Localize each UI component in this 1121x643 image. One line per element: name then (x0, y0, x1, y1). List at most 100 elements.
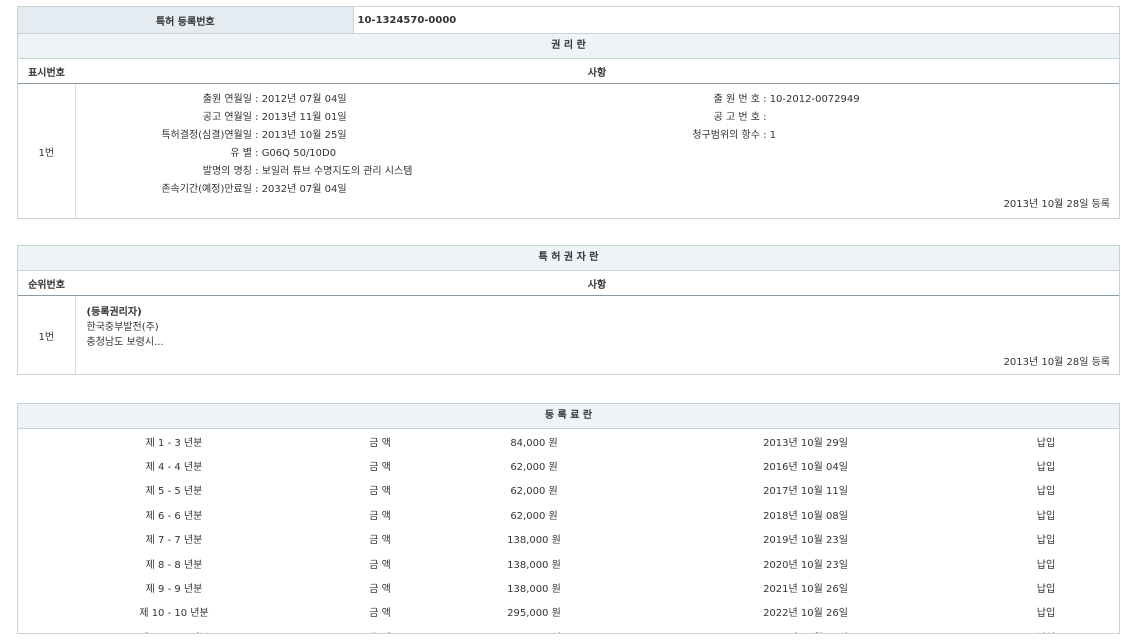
field-key: 존속기간(예정)만료일 : (81, 181, 259, 199)
field-key: 발명의 명칭 : (81, 163, 259, 181)
fee-status: 납입 (973, 502, 1119, 526)
rights-details: 출원 연월일 : 2012년 07월 04일공고 연월일 : 2013년 11월… (77, 85, 1119, 217)
field-key: 특허결정(심결)연월일 : (81, 127, 259, 145)
fee-row: 제 11 - 11 년분금 액265,000 원2023년 10월 23일납입 (18, 624, 1119, 634)
field-row: 출원 연월일 : 2012년 07월 04일 (81, 91, 413, 109)
rights-col-item: 사항 (75, 59, 1119, 84)
fee-period: 제 11 - 11 년분 (18, 624, 330, 634)
rights-col-no: 표시번호 (18, 59, 75, 84)
fee-period: 제 6 - 6 년분 (18, 502, 330, 526)
field-value: 2013년 11월 01일 (262, 112, 347, 123)
fee-amount: 295,000 원 (430, 600, 638, 624)
fee-amount-label: 금 액 (330, 453, 430, 477)
fee-paid-date: 2021년 10월 26일 (638, 575, 973, 599)
registration-number-label: 특허 등록번호 (18, 7, 353, 34)
owner-heading: (등록권리자) (87, 305, 164, 320)
owner-details: (등록권리자) 한국중부발전(주) 충청남도 보령시... 2013년 10월 … (77, 297, 1119, 373)
fees-table: 제 1 - 3 년분금 액84,000 원2013년 10월 29일납입제 4 … (18, 429, 1119, 634)
fee-paid-date: 2016년 10월 04일 (638, 453, 973, 477)
fees-section: 등 록 료 란 제 1 - 3 년분금 액84,000 원2013년 10월 2… (17, 403, 1120, 634)
owners-registration-date: 2013년 10월 28일 등록 (1004, 353, 1110, 368)
field-row: 발명의 명칭 : 보일러 튜브 수명지도의 관리 시스템 (81, 163, 413, 181)
owners-row-no: 1번 (18, 296, 75, 375)
fee-amount: 138,000 원 (430, 527, 638, 551)
field-value: 보일러 튜브 수명지도의 관리 시스템 (262, 166, 413, 177)
fee-amount-label: 금 액 (330, 478, 430, 502)
fee-period: 제 10 - 10 년분 (18, 600, 330, 624)
field-row: 청구범위의 항수 : 1 (607, 127, 860, 145)
fee-amount-label: 금 액 (330, 624, 430, 634)
field-key: 청구범위의 항수 : (607, 127, 767, 145)
owners-col-no: 순위번호 (18, 271, 75, 296)
field-row: 유 별 : G06Q 50/10D0 (81, 145, 413, 163)
rights-left-fields: 출원 연월일 : 2012년 07월 04일공고 연월일 : 2013년 11월… (81, 91, 413, 199)
field-key: 출원 연월일 : (81, 91, 259, 109)
fee-paid-date: 2019년 10월 23일 (638, 527, 973, 551)
field-value: 1 (770, 130, 776, 141)
rights-table: 표시번호 사항 1번 출원 연월일 : 2012년 07월 04일공고 연월일 … (18, 59, 1119, 218)
fee-row: 제 4 - 4 년분금 액62,000 원2016년 10월 04일납입 (18, 453, 1119, 477)
fee-status: 납입 (973, 527, 1119, 551)
field-value: G06Q 50/10D0 (262, 148, 336, 159)
field-row: 공고 연월일 : 2013년 11월 01일 (81, 109, 413, 127)
fee-paid-date: 2022년 10월 26일 (638, 600, 973, 624)
fee-amount: 84,000 원 (430, 429, 638, 453)
fee-status: 납입 (973, 600, 1119, 624)
fee-status: 납입 (973, 478, 1119, 502)
fee-paid-date: 2020년 10월 23일 (638, 551, 973, 575)
fee-paid-date: 2013년 10월 29일 (638, 429, 973, 453)
registration-number-value: 10-1324570-0000 (353, 7, 1119, 34)
registration-number-table: 특허 등록번호 10-1324570-0000 (18, 7, 1119, 34)
fee-amount-label: 금 액 (330, 527, 430, 551)
fee-period: 제 7 - 7 년분 (18, 527, 330, 551)
owner-address: 충청남도 보령시... (87, 335, 164, 350)
rights-row-no: 1번 (18, 84, 75, 219)
field-row: 출 원 번 호 : 10-2012-0072949 (607, 91, 860, 109)
fee-status: 납입 (973, 453, 1119, 477)
fee-period: 제 8 - 8 년분 (18, 551, 330, 575)
fee-row: 제 8 - 8 년분금 액138,000 원2020년 10월 23일납입 (18, 551, 1119, 575)
field-value: 10-2012-0072949 (770, 94, 860, 105)
field-key: 유 별 : (81, 145, 259, 163)
field-key: 출 원 번 호 : (607, 91, 767, 109)
fee-amount: 62,000 원 (430, 453, 638, 477)
field-key: 공고 연월일 : (81, 109, 259, 127)
fee-period: 제 4 - 4 년분 (18, 453, 330, 477)
fee-amount-label: 금 액 (330, 551, 430, 575)
field-key: 공 고 번 호 : (607, 109, 767, 127)
fee-status: 납입 (973, 575, 1119, 599)
fee-period: 제 5 - 5 년분 (18, 478, 330, 502)
fee-row: 제 7 - 7 년분금 액138,000 원2019년 10월 23일납입 (18, 527, 1119, 551)
rights-right-fields: 출 원 번 호 : 10-2012-0072949공 고 번 호 : 청구범위의… (607, 91, 860, 145)
fee-paid-date: 2023년 10월 23일 (638, 624, 973, 634)
field-row: 특허결정(심결)연월일 : 2013년 10월 25일 (81, 127, 413, 145)
fees-title: 등 록 료 란 (18, 404, 1119, 429)
owners-section: 특 허 권 자 란 순위번호 사항 1번 (등록권리자) 한국중부발전(주) 충… (17, 245, 1120, 375)
fee-status: 납입 (973, 429, 1119, 453)
owners-table: 순위번호 사항 1번 (등록권리자) 한국중부발전(주) 충청남도 보령시...… (18, 271, 1119, 374)
fee-amount: 138,000 원 (430, 551, 638, 575)
fee-row: 제 1 - 3 년분금 액84,000 원2013년 10월 29일납입 (18, 429, 1119, 453)
field-value: 2013년 10월 25일 (262, 130, 347, 141)
rights-registration-date: 2013년 10월 28일 등록 (1004, 195, 1110, 210)
fee-period: 제 9 - 9 년분 (18, 575, 330, 599)
fee-amount: 62,000 원 (430, 502, 638, 526)
fee-amount: 62,000 원 (430, 478, 638, 502)
fee-amount: 138,000 원 (430, 575, 638, 599)
fee-row: 제 6 - 6 년분금 액62,000 원2018년 10월 08일납입 (18, 502, 1119, 526)
fee-amount-label: 금 액 (330, 429, 430, 453)
fee-status: 납입 (973, 624, 1119, 634)
fee-period: 제 1 - 3 년분 (18, 429, 330, 453)
fee-amount-label: 금 액 (330, 600, 430, 624)
fee-row: 제 9 - 9 년분금 액138,000 원2021년 10월 26일납입 (18, 575, 1119, 599)
owner-name: 한국중부발전(주) (87, 320, 164, 335)
fee-amount: 265,000 원 (430, 624, 638, 634)
fee-paid-date: 2017년 10월 11일 (638, 478, 973, 502)
fee-status: 납입 (973, 551, 1119, 575)
rights-title: 권 리 란 (18, 34, 1119, 59)
field-value: 2032년 07월 04일 (262, 184, 347, 195)
fee-row: 제 10 - 10 년분금 액295,000 원2022년 10월 26일납입 (18, 600, 1119, 624)
fee-paid-date: 2018년 10월 08일 (638, 502, 973, 526)
field-value: 2012년 07월 04일 (262, 94, 347, 105)
fee-row: 제 5 - 5 년분금 액62,000 원2017년 10월 11일납입 (18, 478, 1119, 502)
